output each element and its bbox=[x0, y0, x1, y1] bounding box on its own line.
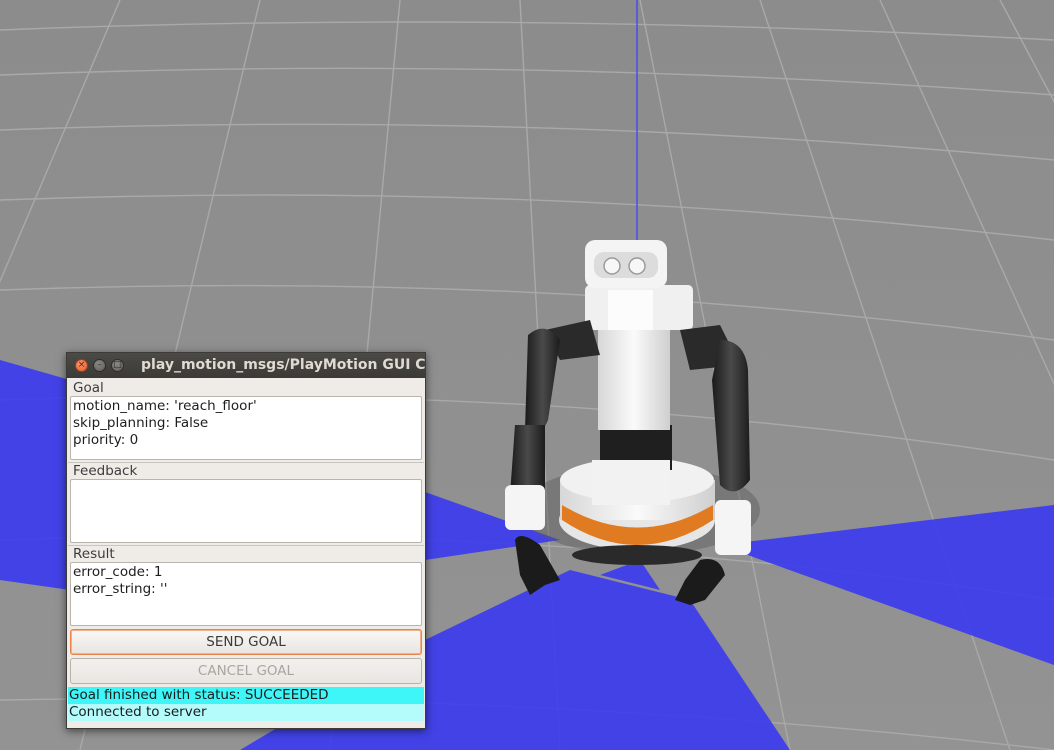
feedback-label: Feedback bbox=[68, 462, 424, 479]
goal-text-area[interactable]: motion_name: 'reach_floor' skip_planning… bbox=[70, 396, 422, 460]
feedback-text-area[interactable] bbox=[70, 479, 422, 543]
result-text-area[interactable]: error_code: 1 error_string: '' bbox=[70, 562, 422, 626]
goal-status-text: Goal finished with status: SUCCEEDED bbox=[68, 687, 424, 704]
send-goal-button[interactable]: SEND GOAL bbox=[70, 629, 422, 655]
playmotion-gui-window[interactable]: × – □ play_motion_msgs/PlayMotion GUI Cl… bbox=[66, 352, 426, 729]
result-label: Result bbox=[68, 545, 424, 562]
goal-line: priority: 0 bbox=[73, 432, 139, 448]
goal-label: Goal bbox=[73, 380, 104, 396]
result-line: error_string: '' bbox=[73, 581, 168, 597]
goal-line: motion_name: 'reach_floor' bbox=[73, 398, 257, 414]
close-icon[interactable]: × bbox=[75, 359, 88, 372]
cancel-goal-button[interactable]: CANCEL GOAL bbox=[70, 658, 422, 684]
goal-line: skip_planning: False bbox=[73, 415, 209, 431]
window-title: play_motion_msgs/PlayMotion GUI Cli bbox=[141, 357, 426, 373]
window-titlebar[interactable]: × – □ play_motion_msgs/PlayMotion GUI Cl… bbox=[67, 353, 425, 378]
maximize-icon[interactable]: □ bbox=[111, 359, 124, 372]
minimize-icon[interactable]: – bbox=[93, 359, 106, 372]
result-line: error_code: 1 bbox=[73, 564, 163, 580]
connection-status-text: Connected to server bbox=[68, 704, 424, 721]
window-content: Goal motion_name: 'reach_floor' skip_pla… bbox=[67, 380, 425, 721]
